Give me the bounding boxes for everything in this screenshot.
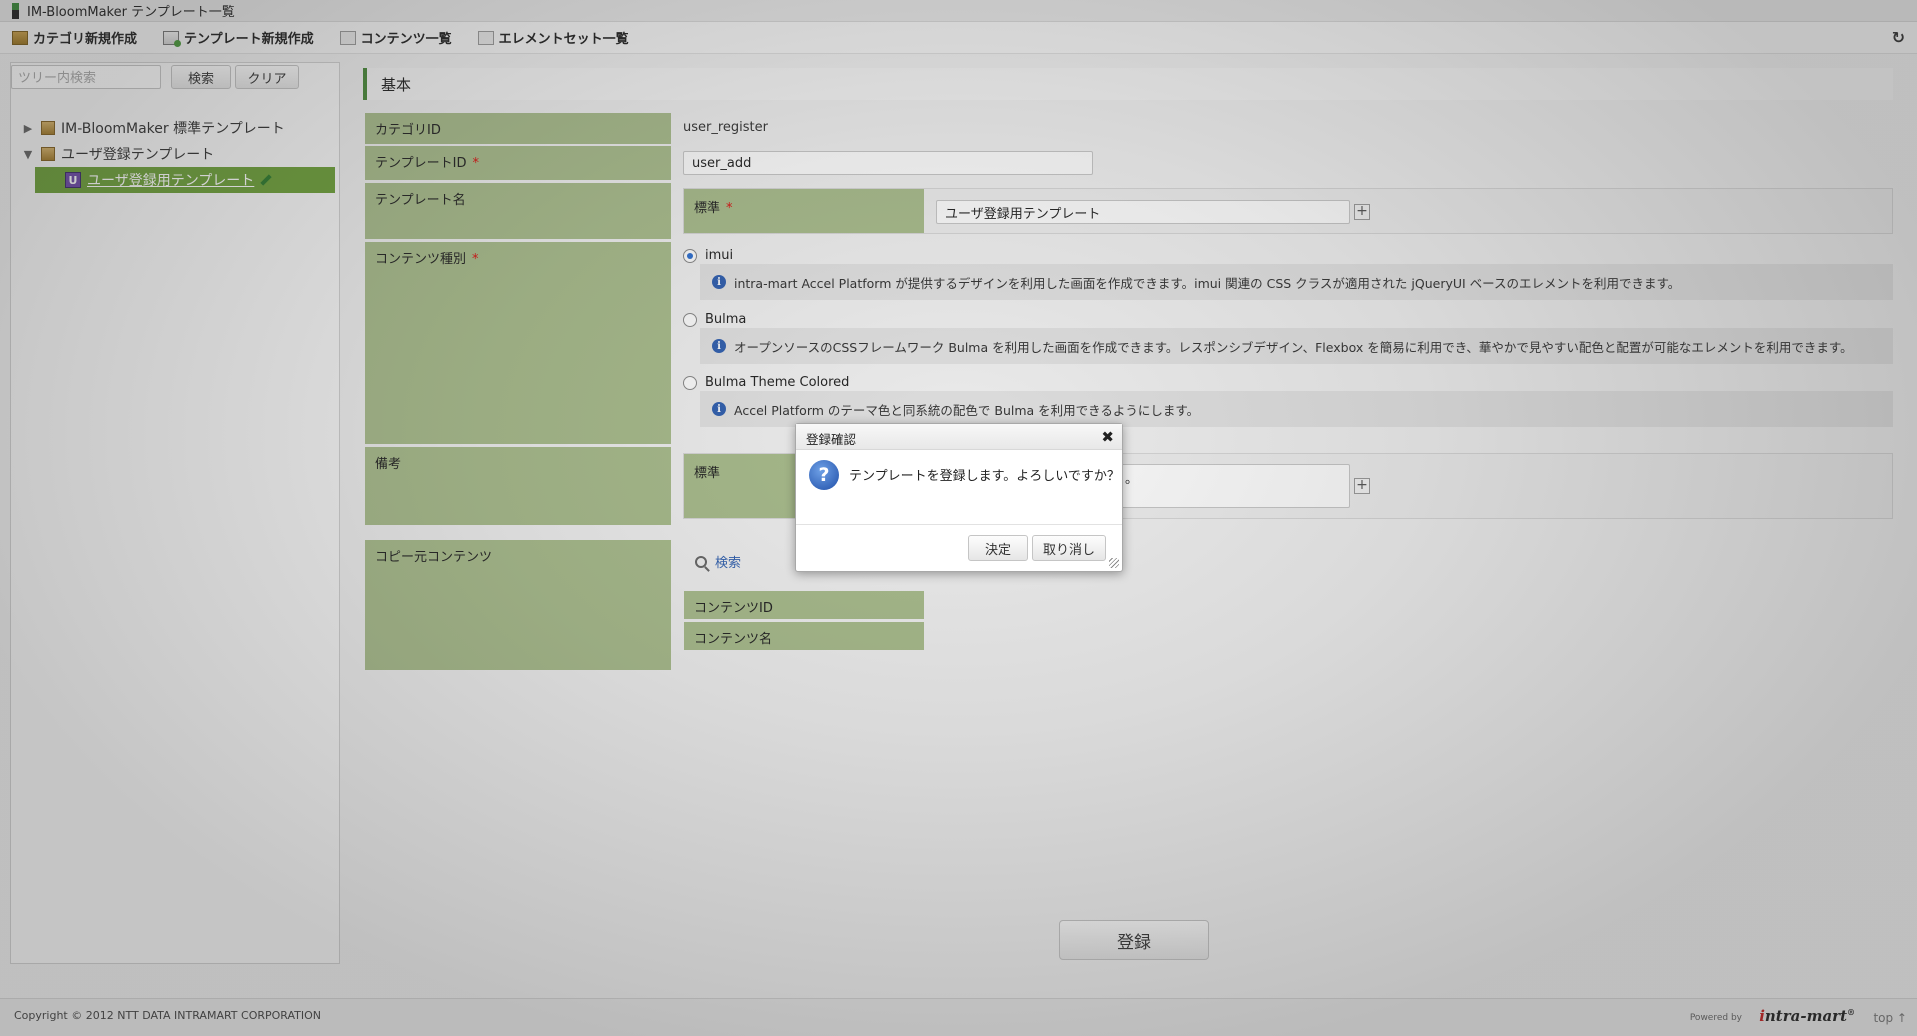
tree-node-label: ユーザ登録テンプレート (61, 147, 215, 163)
copyright-text: Copyright © 2012 NTT DATA INTRAMART CORP… (14, 1009, 322, 1022)
dialog-message: テンプレートを登録します。よろしいですか？ (849, 469, 1120, 484)
tree-node-user-register-templates[interactable]: ▼ ユーザ登録テンプレート (21, 141, 333, 167)
copy-source-search-link[interactable]: 検索 (695, 552, 741, 571)
template-id-input[interactable] (683, 151, 1093, 175)
register-button[interactable]: 登録 (1059, 920, 1209, 960)
category-tree: ▶ IM-BloomMaker 標準テンプレート ▼ ユーザ登録テンプレート U… (21, 115, 335, 193)
dialog-title: 登録確認 (806, 432, 857, 447)
footer: Copyright © 2012 NTT DATA INTRAMART CORP… (0, 998, 1917, 1036)
radio-bulma-theme-colored[interactable] (683, 375, 697, 390)
folder-icon (41, 147, 55, 161)
app-icon (12, 2, 19, 19)
required-mark: * (472, 156, 479, 171)
tree-node-standard-templates[interactable]: ▶ IM-BloomMaker 標準テンプレート (21, 115, 333, 141)
add-locale-button[interactable]: + (1354, 478, 1370, 494)
dialog-ok-button[interactable]: 決定 (968, 535, 1028, 561)
close-icon[interactable]: ✖ (1101, 428, 1114, 446)
content-list-button[interactable]: コンテンツ一覧 (339, 28, 452, 47)
expand-arrow-icon[interactable]: ▶ (21, 122, 35, 135)
info-icon: i (712, 402, 726, 416)
collapse-arrow-icon[interactable]: ▼ (21, 148, 35, 161)
intra-mart-logo: intra-mart® (1759, 1007, 1855, 1025)
content-type-option-imui[interactable]: imui (683, 248, 733, 263)
radio-bulma[interactable] (683, 312, 697, 327)
question-icon: ? (809, 460, 839, 490)
category-tree-panel: 検索 クリア ▶ IM-BloomMaker 標準テンプレート ▼ ユーザ登録テ… (10, 62, 340, 964)
dialog-title-bar[interactable]: 登録確認 ✖ (796, 424, 1122, 450)
required-mark: * (472, 252, 479, 267)
section-title: 基本 (363, 68, 1893, 100)
window-title: IM-BloomMaker テンプレート一覧 (27, 5, 235, 20)
remarks-label: 備考 (365, 447, 671, 525)
search-icon (695, 555, 707, 568)
window-title-bar: IM-BloomMaker テンプレート一覧 (0, 0, 1917, 22)
tree-search-input[interactable] (11, 65, 161, 89)
template-name-label: テンプレート名 (365, 183, 671, 239)
dialog-divider (796, 524, 1122, 525)
content-type-description-bulma: i オープンソースのCSSフレームワーク Bulma を利用した画面を作成できま… (700, 328, 1893, 364)
copy-source-label: コピー元コンテンツ (365, 540, 671, 670)
add-locale-button[interactable]: + (1354, 204, 1370, 220)
copy-content-name-label: コンテンツ名 (684, 622, 924, 650)
back-to-top-link[interactable]: top ↑ (1873, 1011, 1907, 1025)
tree-leaf-selected-template[interactable]: U ユーザ登録用テンプレート (35, 167, 335, 193)
confirm-dialog: 登録確認 ✖ ? テンプレートを登録します。よろしいですか？ 決定 取り消し (795, 423, 1123, 572)
list-icon (339, 30, 356, 45)
copy-content-id-label: コンテンツID (684, 591, 924, 619)
tree-node-label: IM-BloomMaker 標準テンプレート (61, 121, 285, 137)
powered-by-text: Powered by (1689, 1013, 1742, 1023)
dialog-cancel-button[interactable]: 取り消し (1032, 535, 1106, 561)
template-badge-icon: U (65, 172, 81, 188)
template-name-input[interactable] (936, 200, 1350, 224)
content-type-description-imui: i intra-mart Accel Platform が提供するデザインを利用… (700, 264, 1893, 300)
template-id-label: テンプレートID * (365, 146, 671, 180)
tree-clear-button[interactable]: クリア (235, 65, 299, 89)
new-category-button[interactable]: カテゴリ新規作成 (12, 28, 137, 47)
info-icon: i (712, 275, 726, 289)
radio-imui[interactable] (683, 248, 697, 263)
tree-leaf-label[interactable]: ユーザ登録用テンプレート (87, 170, 254, 190)
resize-grip-icon[interactable] (1109, 558, 1119, 568)
refresh-icon[interactable]: ↻ (1892, 28, 1905, 47)
list-icon (477, 30, 494, 45)
template-add-icon (163, 30, 182, 47)
content-type-label: コンテンツ種別 * (365, 242, 671, 444)
edit-pencil-icon (260, 174, 272, 186)
info-icon: i (712, 339, 726, 353)
element-set-list-button[interactable]: エレメントセット一覧 (477, 28, 629, 47)
template-name-locale-label: 標準 * (684, 189, 924, 233)
content-type-description-bulma-theme-colored: i Accel Platform のテーマ色と同系統の配色で Bulma を利用… (700, 391, 1893, 427)
category-icon (12, 30, 28, 45)
template-name-locale-box: 標準* + (683, 188, 1893, 234)
content-type-option-bulma-theme-colored[interactable]: Bulma Theme Colored (683, 375, 849, 390)
content-type-option-bulma[interactable]: Bulma (683, 312, 746, 327)
category-id-value: user_register (683, 120, 768, 135)
toolbar: カテゴリ新規作成 テンプレート新規作成 コンテンツ一覧 エレメントセット一覧 ↻ (0, 22, 1917, 54)
folder-icon (41, 121, 55, 135)
required-mark: * (726, 201, 733, 216)
category-id-label: カテゴリID (365, 113, 671, 144)
tree-search-button[interactable]: 検索 (171, 65, 231, 89)
new-template-button[interactable]: テンプレート新規作成 (163, 28, 314, 47)
